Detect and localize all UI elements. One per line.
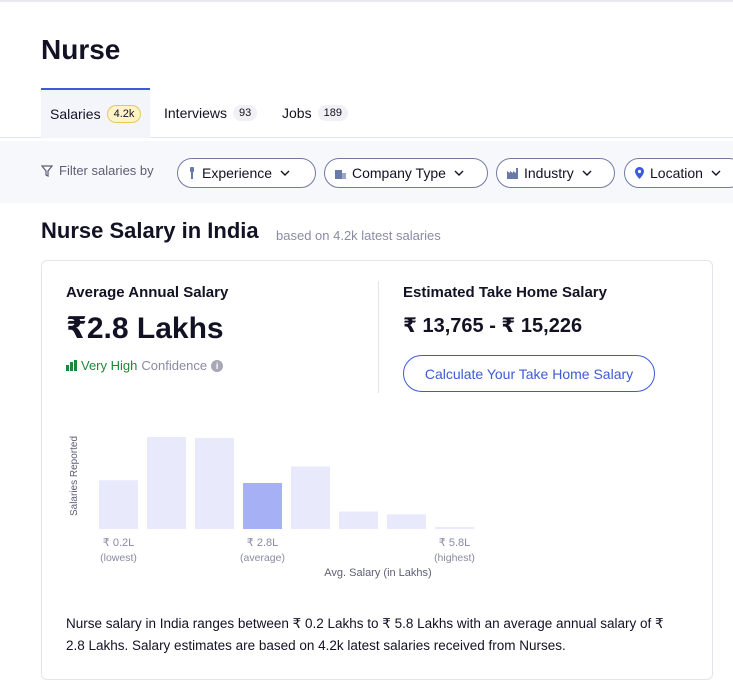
chart-bar [147, 437, 186, 529]
confidence-word: Confidence [141, 358, 208, 373]
tab-count-badge: 93 [233, 105, 258, 121]
filter-label: Filter salaries by [41, 163, 154, 178]
divider [378, 281, 379, 393]
tab-count-badge: 4.2k [106, 105, 142, 123]
filter-experience-label: Experience [202, 165, 273, 181]
tab-label: Interviews [164, 105, 228, 121]
chevron-down-icon [454, 170, 464, 176]
take-home-label: Estimated Take Home Salary [403, 284, 607, 301]
tab-interviews[interactable]: Interviews 93 [164, 88, 258, 138]
x-tick-label: ₹ 2.8L [247, 537, 278, 549]
experience-icon [190, 167, 194, 179]
tab-jobs[interactable]: Jobs 189 [282, 88, 348, 138]
filter-experience-dropdown[interactable]: Experience [177, 158, 316, 188]
filter-industry-label: Industry [524, 165, 574, 181]
y-axis-label: Salaries Reported [69, 436, 80, 516]
x-tick-note: (average) [240, 552, 285, 564]
tab-bar: Salaries 4.2k Interviews 93 Jobs 189 [0, 88, 733, 138]
filter-label-text: Filter salaries by [59, 163, 154, 178]
filter-company-type-label: Company Type [352, 165, 446, 181]
salary-description: Nurse salary in India ranges between ₹ 0… [66, 616, 664, 653]
chevron-down-icon [711, 170, 721, 176]
filter-icon [41, 164, 53, 177]
filter-industry-dropdown[interactable]: Industry [496, 158, 615, 188]
tab-label: Salaries [50, 106, 101, 122]
salary-card: Average Annual Salary ₹2.8 Lakhs Very Hi… [41, 260, 713, 680]
chart-bar [99, 480, 138, 529]
salary-distribution-chart: Salaries Reported ₹ 0.2L (lowest) ₹ 2.8L (av… [69, 436, 475, 579]
page-title: Nurse [41, 34, 121, 65]
tab-count-badge: 189 [317, 105, 348, 121]
x-tick-label: ₹ 0.2L [103, 537, 134, 549]
chevron-down-icon [582, 170, 592, 176]
chart-bar [387, 514, 426, 529]
calculate-take-home-button[interactable]: Calculate Your Take Home Salary [403, 355, 655, 392]
info-icon[interactable]: i [211, 359, 224, 372]
average-salary-value: ₹2.8 Lakhs [66, 312, 224, 345]
chart-bar [435, 527, 474, 529]
section-subtitle: based on 4.2k latest salaries [276, 228, 441, 243]
take-home-value: ₹ 13,765 - ₹ 15,226 [403, 315, 583, 337]
confidence-indicator: Very High Confidence i [66, 358, 224, 373]
filter-bar: Filter salaries by Experience Company Ty… [0, 141, 733, 203]
building-icon [335, 169, 346, 179]
confidence-level: Very High [81, 358, 138, 373]
filter-company-type-dropdown[interactable]: Company Type [324, 158, 488, 188]
location-pin-icon [635, 167, 644, 179]
x-tick-note: (highest) [434, 552, 475, 564]
x-tick-note: (lowest) [100, 552, 137, 564]
section-title: Nurse Salary in India [41, 218, 259, 243]
x-axis-label: Avg. Salary (in Lakhs) [324, 567, 431, 579]
average-salary-label: Average Annual Salary [66, 284, 229, 301]
chart-bar [195, 437, 234, 529]
chart-bar [291, 466, 330, 529]
chart-bar [243, 483, 282, 529]
factory-icon [507, 167, 518, 179]
x-tick-label: ₹ 5.8L [439, 537, 470, 549]
signal-bars-icon [66, 360, 77, 371]
chevron-down-icon [280, 170, 290, 176]
filter-location-label: Location [650, 165, 703, 181]
chart-bar [339, 511, 378, 529]
tab-salaries[interactable]: Salaries 4.2k [41, 88, 151, 138]
tab-label: Jobs [282, 105, 312, 121]
filter-location-dropdown[interactable]: Location [624, 158, 733, 188]
